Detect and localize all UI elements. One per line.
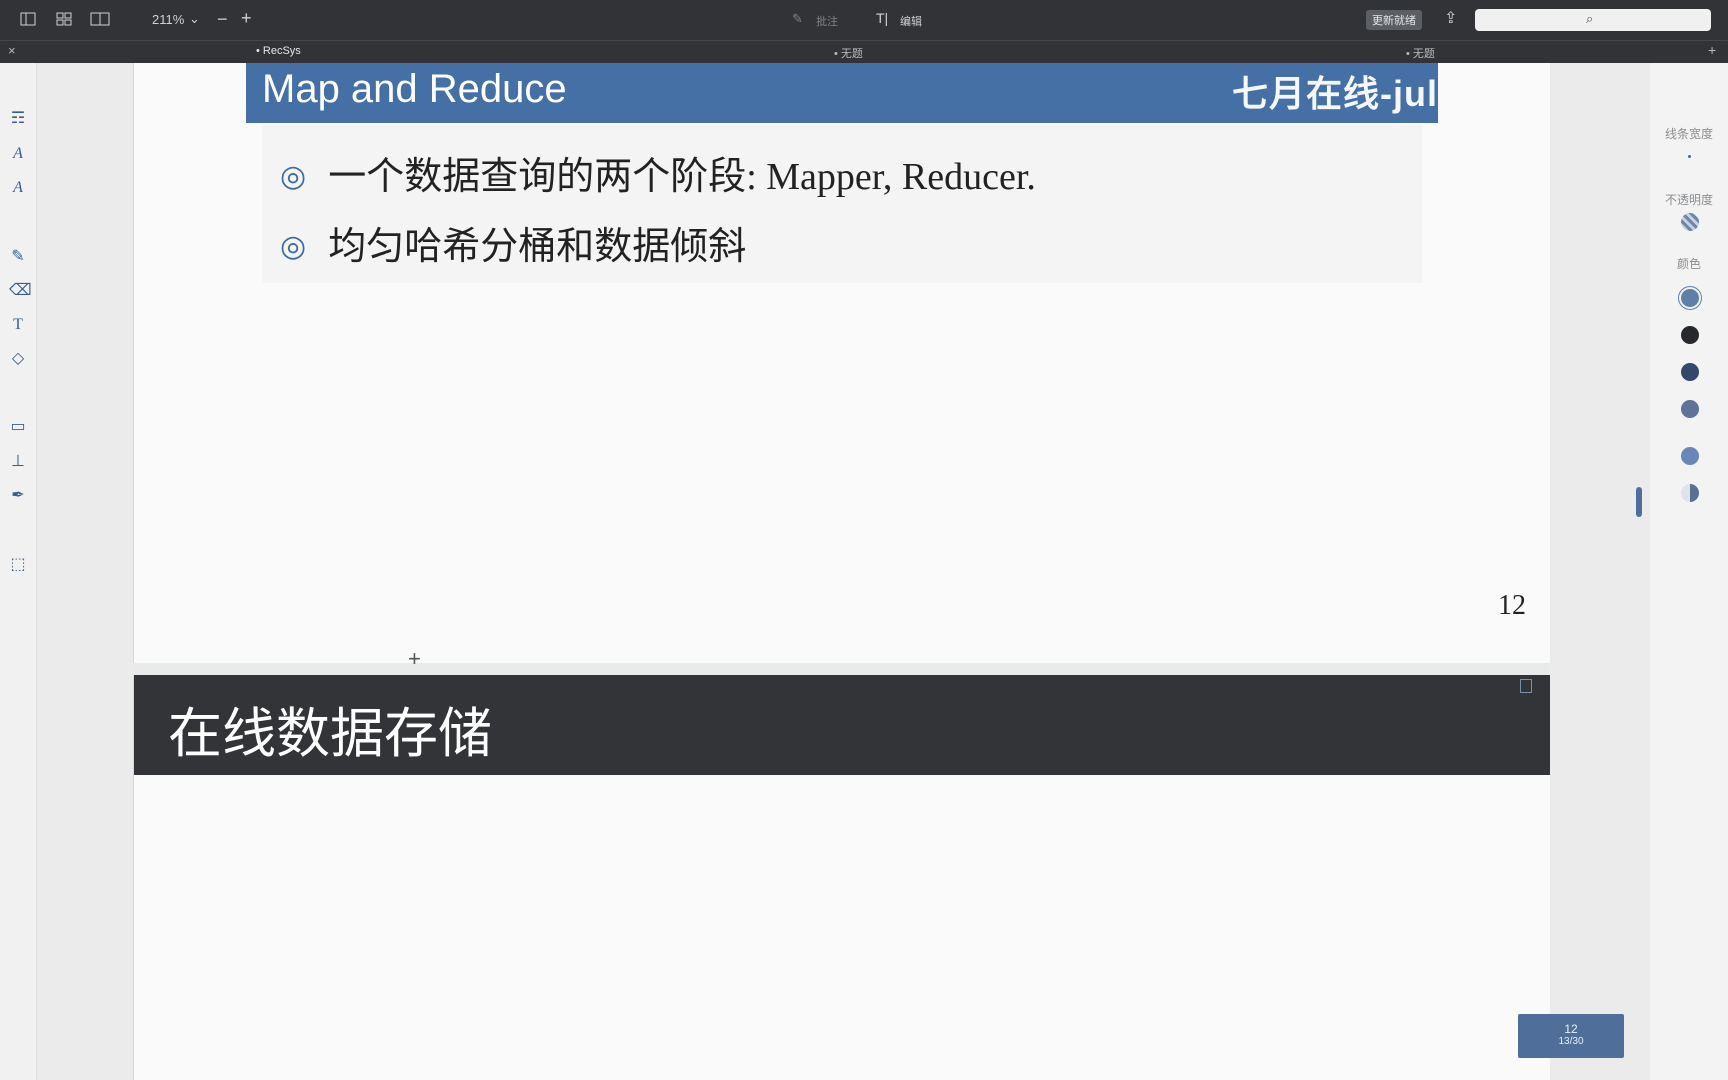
bullet-marker-icon: ◎: [280, 230, 307, 263]
grid-view-icon[interactable]: [56, 12, 72, 26]
annotate-label[interactable]: 批注: [816, 13, 838, 29]
opacity-label: 不透明度: [1664, 193, 1713, 207]
two-page-view-icon[interactable]: [90, 12, 110, 26]
left-gutter: [37, 63, 133, 1080]
slide-page-13: 在线数据存储: [133, 675, 1551, 1080]
page-indicator-current: 12: [1564, 1022, 1578, 1036]
slide-page-number: 12: [1498, 590, 1526, 621]
section-title: 在线数据存储: [168, 704, 492, 764]
eraser-icon[interactable]: ⌫: [9, 282, 32, 300]
properties-panel: 线条宽度 不透明度 颜色: [1650, 63, 1728, 1080]
share-icon[interactable]: ⇪: [1444, 8, 1457, 28]
bullet-marker-icon: ◎: [280, 160, 307, 193]
bullet-item: ◎ 均匀哈希分桶和数据倾斜: [280, 215, 746, 270]
selection-rect-icon[interactable]: ⬚: [9, 556, 27, 574]
tab-bar: × • RecSys • 无题 • 无题 +: [0, 40, 1728, 63]
watermark-text: 七月在线-jul: [1232, 73, 1438, 114]
strikethrough-text-icon[interactable]: A: [9, 179, 27, 197]
zoom-level[interactable]: 211%: [152, 12, 184, 27]
new-tab-button[interactable]: +: [1708, 42, 1716, 58]
right-gutter: [1550, 63, 1650, 1080]
color-swatch-slate[interactable]: [1681, 400, 1699, 418]
bullet-text: 一个数据查询的两个阶段: Mapper, Reducer.: [328, 156, 1036, 198]
slide-title: Map and Reduce: [262, 67, 567, 111]
tab-untitled-2[interactable]: • 无题: [1406, 45, 1435, 61]
search-icon: ⌕: [1586, 11, 1594, 26]
top-toolbar: 211% ⌄ − + ✎ 批注 T| 编辑 更新就绪 ⇪ ⌕: [0, 0, 1728, 40]
bullet-item: ◎ 一个数据查询的两个阶段: Mapper, Reducer.: [280, 145, 1036, 200]
pencil-icon[interactable]: ✎: [9, 248, 27, 266]
edit-text-icon[interactable]: T|: [876, 10, 888, 26]
slide-title-bar: Map and Reduce 七月在线-jul: [246, 63, 1438, 123]
shapes-icon[interactable]: ◇: [9, 350, 27, 368]
tab-recsys[interactable]: • RecSys: [256, 45, 301, 57]
page-indicator[interactable]: 12 13/30: [1518, 1014, 1624, 1058]
signature-pen-icon[interactable]: ✒: [9, 487, 27, 505]
bullet-text: 均匀哈希分桶和数据倾斜: [328, 226, 747, 268]
stamp-icon[interactable]: ⊥: [9, 453, 27, 471]
slide-page-12: Map and Reduce 七月在线-jul ◎ 一个数据查询的两个阶段: Ma…: [133, 63, 1551, 671]
line-width-label: 线条宽度: [1664, 127, 1713, 141]
search-input[interactable]: ⌕: [1475, 9, 1711, 31]
crosshair-cursor-icon: +: [408, 646, 421, 671]
line-width-dot[interactable]: [1688, 155, 1691, 158]
opacity-swatch[interactable]: [1681, 213, 1699, 231]
sidebar-toggle-icon[interactable]: [20, 12, 36, 26]
color-label: 颜色: [1676, 257, 1701, 271]
zoom-out-button[interactable]: −: [217, 9, 228, 30]
color-swatch-custom[interactable]: [1681, 484, 1699, 502]
update-ready-button[interactable]: 更新就绪: [1366, 10, 1422, 30]
color-swatch-navy[interactable]: [1681, 363, 1699, 381]
tab-untitled-1[interactable]: • 无题: [834, 45, 863, 61]
close-tab-icon[interactable]: ×: [8, 43, 16, 58]
annotation-sidebar: ☶ A A ✎ ⌫ T ◇ ▭ ⊥ ✒ ⬚: [0, 63, 37, 1080]
color-swatch-selected[interactable]: [1681, 289, 1699, 307]
text-highlight-icon[interactable]: ☶: [9, 110, 27, 128]
zoom-in-button[interactable]: +: [241, 8, 252, 29]
section-title-bar: 在线数据存储: [134, 675, 1550, 775]
page-indicator-total: 13/30: [1558, 1036, 1584, 1047]
annotate-icon[interactable]: ✎: [792, 11, 803, 27]
edit-label[interactable]: 编辑: [900, 13, 922, 29]
bullet-list: ◎ 一个数据查询的两个阶段: Mapper, Reducer. ◎ 均匀哈希分桶和数…: [262, 125, 1422, 283]
scrollbar-thumb[interactable]: [1636, 487, 1642, 517]
bookmark-icon[interactable]: [1520, 679, 1532, 693]
text-tool-icon[interactable]: T: [9, 316, 27, 334]
color-swatch-black[interactable]: [1681, 326, 1699, 344]
color-swatch-blue[interactable]: [1681, 447, 1699, 465]
zoom-dropdown-icon[interactable]: ⌄: [189, 11, 200, 27]
underline-text-icon[interactable]: A: [9, 145, 27, 163]
comment-icon[interactable]: ▭: [9, 418, 27, 436]
